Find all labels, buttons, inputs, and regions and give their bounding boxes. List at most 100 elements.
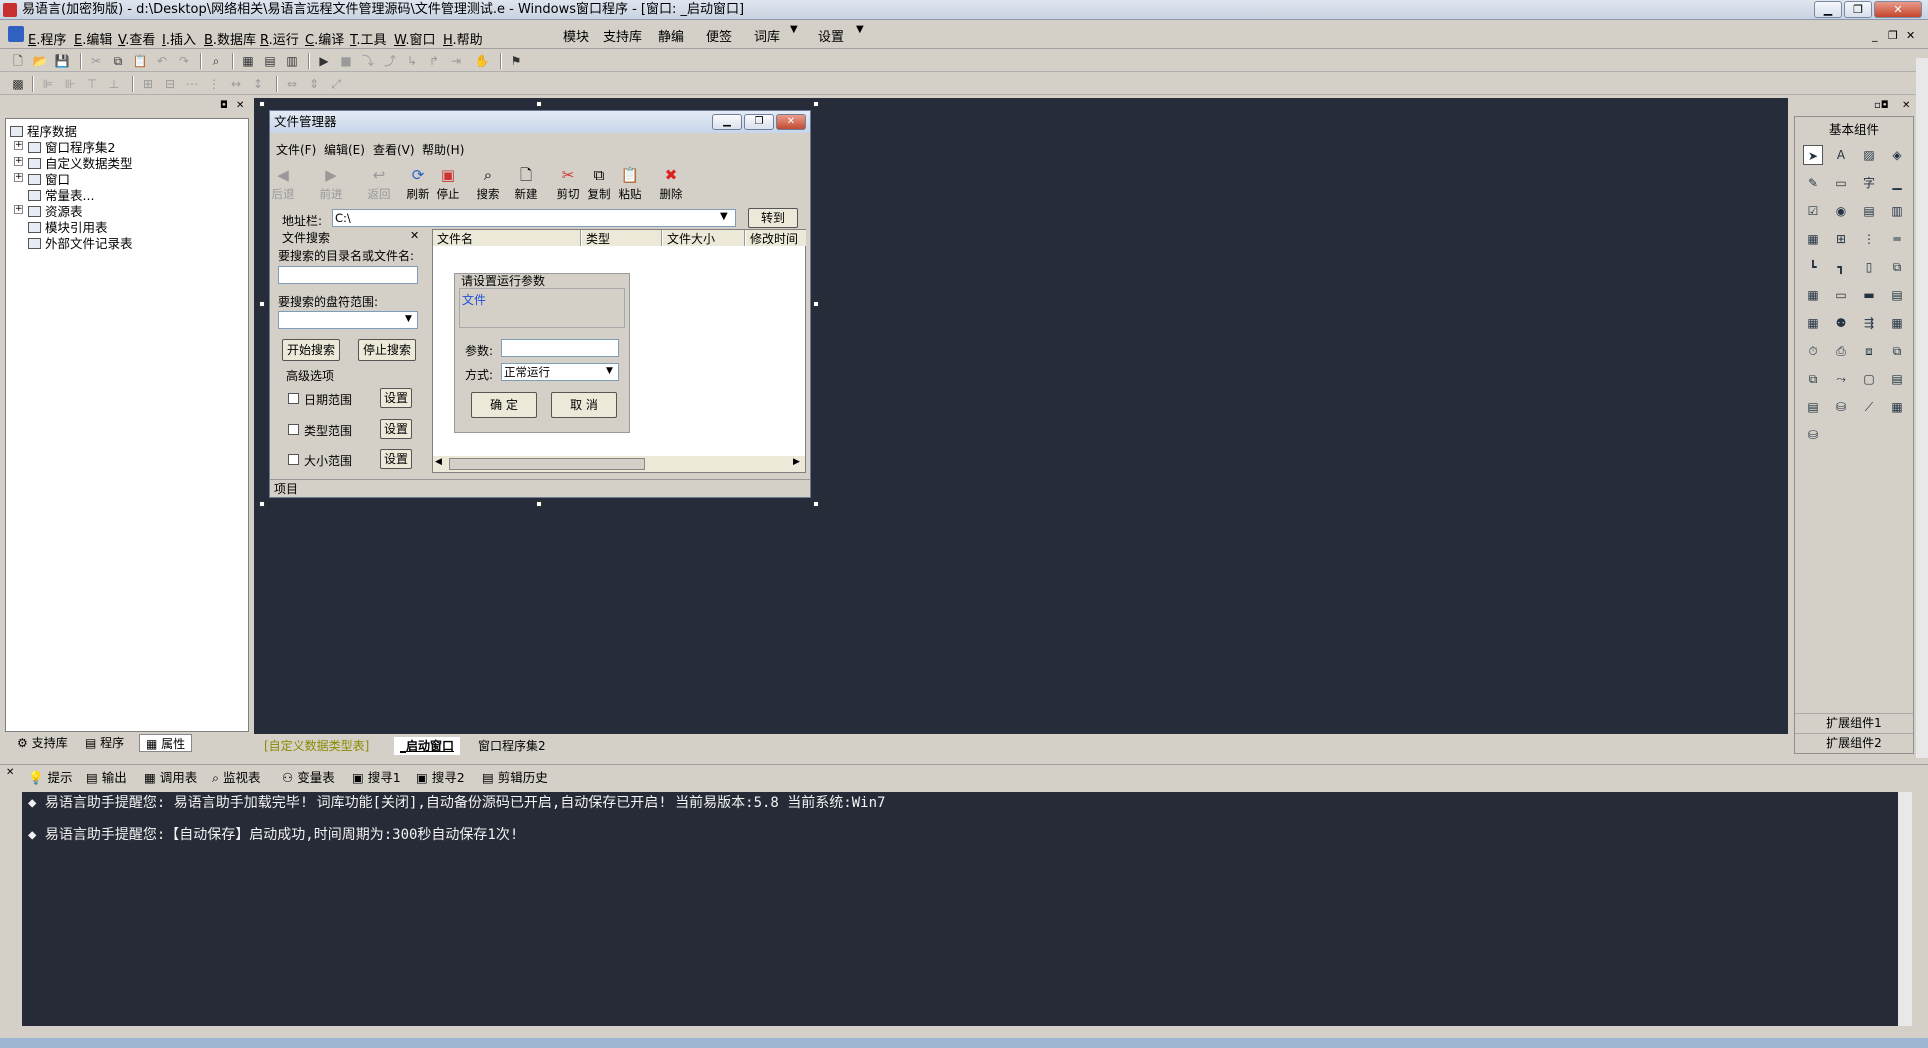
- shape-icon[interactable]: ◈: [1887, 145, 1907, 165]
- find-icon[interactable]: ⌕: [208, 53, 224, 69]
- expand-icon[interactable]: +: [14, 205, 23, 214]
- align-right-icon[interactable]: ⊪: [62, 76, 78, 92]
- printer-icon[interactable]: ⎙: [1831, 341, 1851, 361]
- search-panel-close-icon[interactable]: ✕: [410, 229, 419, 242]
- cancel-button[interactable]: 取 消: [551, 392, 617, 418]
- tab-search-2[interactable]: ▣ 搜寻2: [416, 769, 465, 787]
- calendar-icon[interactable]: ▦: [1803, 313, 1823, 333]
- radio-icon[interactable]: ◉: [1831, 201, 1851, 221]
- resize-handle[interactable]: [813, 501, 819, 507]
- return-button[interactable]: ↩ 返回: [364, 165, 394, 201]
- menu-lexicon[interactable]: 词库: [754, 26, 780, 45]
- ext-components-1-tab[interactable]: 扩展组件1: [1795, 713, 1913, 731]
- menu-static-compile[interactable]: 静编: [658, 26, 684, 45]
- align-bottom-icon[interactable]: ⊥: [106, 76, 122, 92]
- memo-icon[interactable]: ▤: [1887, 369, 1907, 389]
- slider-icon[interactable]: ═: [1887, 229, 1907, 249]
- tab-variables[interactable]: ⚇ 变量表: [282, 769, 335, 787]
- center-h-icon[interactable]: ⊞: [140, 76, 156, 92]
- tab-program[interactable]: ▤ 程序: [79, 734, 130, 752]
- mdi-minimize-icon[interactable]: _: [1872, 29, 1878, 42]
- layout-3-icon[interactable]: ▥: [284, 53, 300, 69]
- menu-notes[interactable]: 便签: [706, 26, 732, 45]
- resize-handle[interactable]: [259, 301, 265, 307]
- list-icon[interactable]: ▤: [1859, 201, 1879, 221]
- param-input[interactable]: [501, 339, 619, 357]
- line-icon[interactable]: ▁: [1887, 173, 1907, 193]
- step-2-icon[interactable]: ⤴: [382, 53, 398, 69]
- center-v-icon[interactable]: ⊟: [162, 76, 178, 92]
- menu-edit[interactable]: E.编辑: [74, 29, 112, 48]
- expand-icon[interactable]: +: [14, 157, 23, 166]
- new-button[interactable]: 🗋 新建: [511, 165, 541, 201]
- output-scrollbar[interactable]: [1898, 792, 1912, 1026]
- search-button[interactable]: ⌕ 搜索: [473, 165, 503, 201]
- step-5-icon[interactable]: ⇥: [448, 53, 464, 69]
- assistant-icon[interactable]: ⚑: [508, 53, 524, 69]
- same-width-icon[interactable]: ↔: [228, 76, 244, 92]
- menu-tools[interactable]: T.工具: [350, 29, 387, 48]
- delete-button[interactable]: ✖ 删除: [656, 165, 686, 201]
- server-icon[interactable]: ⧉: [1887, 341, 1907, 361]
- column-filename[interactable]: 文件名: [433, 230, 581, 246]
- menu-settings[interactable]: 设置: [818, 26, 844, 45]
- ext-components-2-tab[interactable]: 扩展组件2: [1795, 733, 1913, 751]
- size-range-settings-button[interactable]: 设置: [380, 449, 412, 469]
- date-range-settings-button[interactable]: 设置: [380, 388, 412, 408]
- column-size[interactable]: 文件大小: [663, 230, 745, 246]
- form-menu-file[interactable]: 文件(F): [276, 141, 316, 158]
- mdi-restore-icon[interactable]: ❐: [1888, 29, 1898, 42]
- stop-button[interactable]: ▣ 停止: [433, 165, 463, 201]
- menu-help[interactable]: H.帮助: [443, 29, 483, 48]
- resize-handle[interactable]: [813, 301, 819, 307]
- settings-dropdown-icon[interactable]: ▼: [856, 24, 864, 35]
- layout-2-icon[interactable]: ▤: [262, 53, 278, 69]
- table-icon[interactable]: ▦: [1803, 285, 1823, 305]
- button-icon[interactable]: ▬: [1859, 285, 1879, 305]
- edit-icon[interactable]: ✎: [1803, 173, 1823, 193]
- form-menu-view[interactable]: 查看(V): [373, 141, 415, 158]
- grid-icon[interactable]: ▩: [10, 76, 26, 92]
- column-type[interactable]: 类型: [582, 230, 662, 246]
- menu-view[interactable]: V.查看: [118, 29, 155, 48]
- output-panel[interactable]: ◆ 易语言助手提醒您: 易语言助手加载完毕! 词库功能[关闭],自动备份源码已开…: [22, 792, 1898, 1026]
- split-icon[interactable]: ⇶: [1859, 313, 1879, 333]
- picture-icon[interactable]: ▨: [1859, 145, 1879, 165]
- menu-run[interactable]: R.运行: [260, 29, 299, 48]
- scroll-left-icon[interactable]: ◀: [435, 457, 442, 467]
- resize-handle[interactable]: [259, 101, 265, 107]
- report-icon[interactable]: ▦: [1887, 313, 1907, 333]
- scroll-right-icon[interactable]: ▶: [793, 457, 800, 467]
- undo-icon[interactable]: ↶: [154, 53, 170, 69]
- odbc-icon[interactable]: ▦: [1887, 397, 1907, 417]
- cut-icon[interactable]: ✂: [88, 53, 104, 69]
- page-icon[interactable]: ▤: [1887, 285, 1907, 305]
- column-modified[interactable]: 修改时间: [746, 230, 806, 246]
- network-icon[interactable]: ⚉: [1831, 313, 1851, 333]
- tab-search-1[interactable]: ▣ 搜寻1: [352, 769, 401, 787]
- link-icon[interactable]: ⤳: [1831, 369, 1851, 389]
- tabs-icon[interactable]: ⧉: [1887, 257, 1907, 277]
- output-close-icon[interactable]: ✕: [6, 767, 14, 778]
- right-panel-pin-icon[interactable]: ▫◘: [1874, 100, 1889, 111]
- tab-custom-types[interactable]: [自定义数据类型表]: [258, 737, 375, 755]
- basic-components-title[interactable]: 基本组件: [1795, 119, 1913, 137]
- open-folder-icon[interactable]: 📂: [32, 53, 48, 69]
- step-4-icon[interactable]: ↱: [426, 53, 442, 69]
- size-range-checkbox[interactable]: [288, 454, 299, 465]
- form-menu-edit[interactable]: 编辑(E): [324, 141, 365, 158]
- text-icon[interactable]: 字: [1859, 173, 1879, 193]
- tree-item-external-files[interactable]: 外部文件记录表: [28, 233, 133, 252]
- tab-properties[interactable]: ▦ 属性: [139, 734, 193, 752]
- tab-window-set-2[interactable]: 窗口程序集2: [472, 737, 552, 755]
- step-3-icon[interactable]: ↳: [404, 53, 420, 69]
- menu-module[interactable]: 模块: [563, 26, 589, 45]
- left-panel-pin-icon[interactable]: ◘: [220, 100, 228, 111]
- mode-dropdown-icon[interactable]: ▼: [606, 366, 613, 376]
- save-icon[interactable]: 💾: [54, 53, 70, 69]
- align-top-icon[interactable]: ⊤: [84, 76, 100, 92]
- scroll-thumb[interactable]: [449, 458, 645, 470]
- goto-button[interactable]: 转到: [748, 208, 798, 228]
- odbc2-icon[interactable]: ⛁: [1803, 425, 1823, 445]
- stop-icon[interactable]: ■: [338, 53, 354, 69]
